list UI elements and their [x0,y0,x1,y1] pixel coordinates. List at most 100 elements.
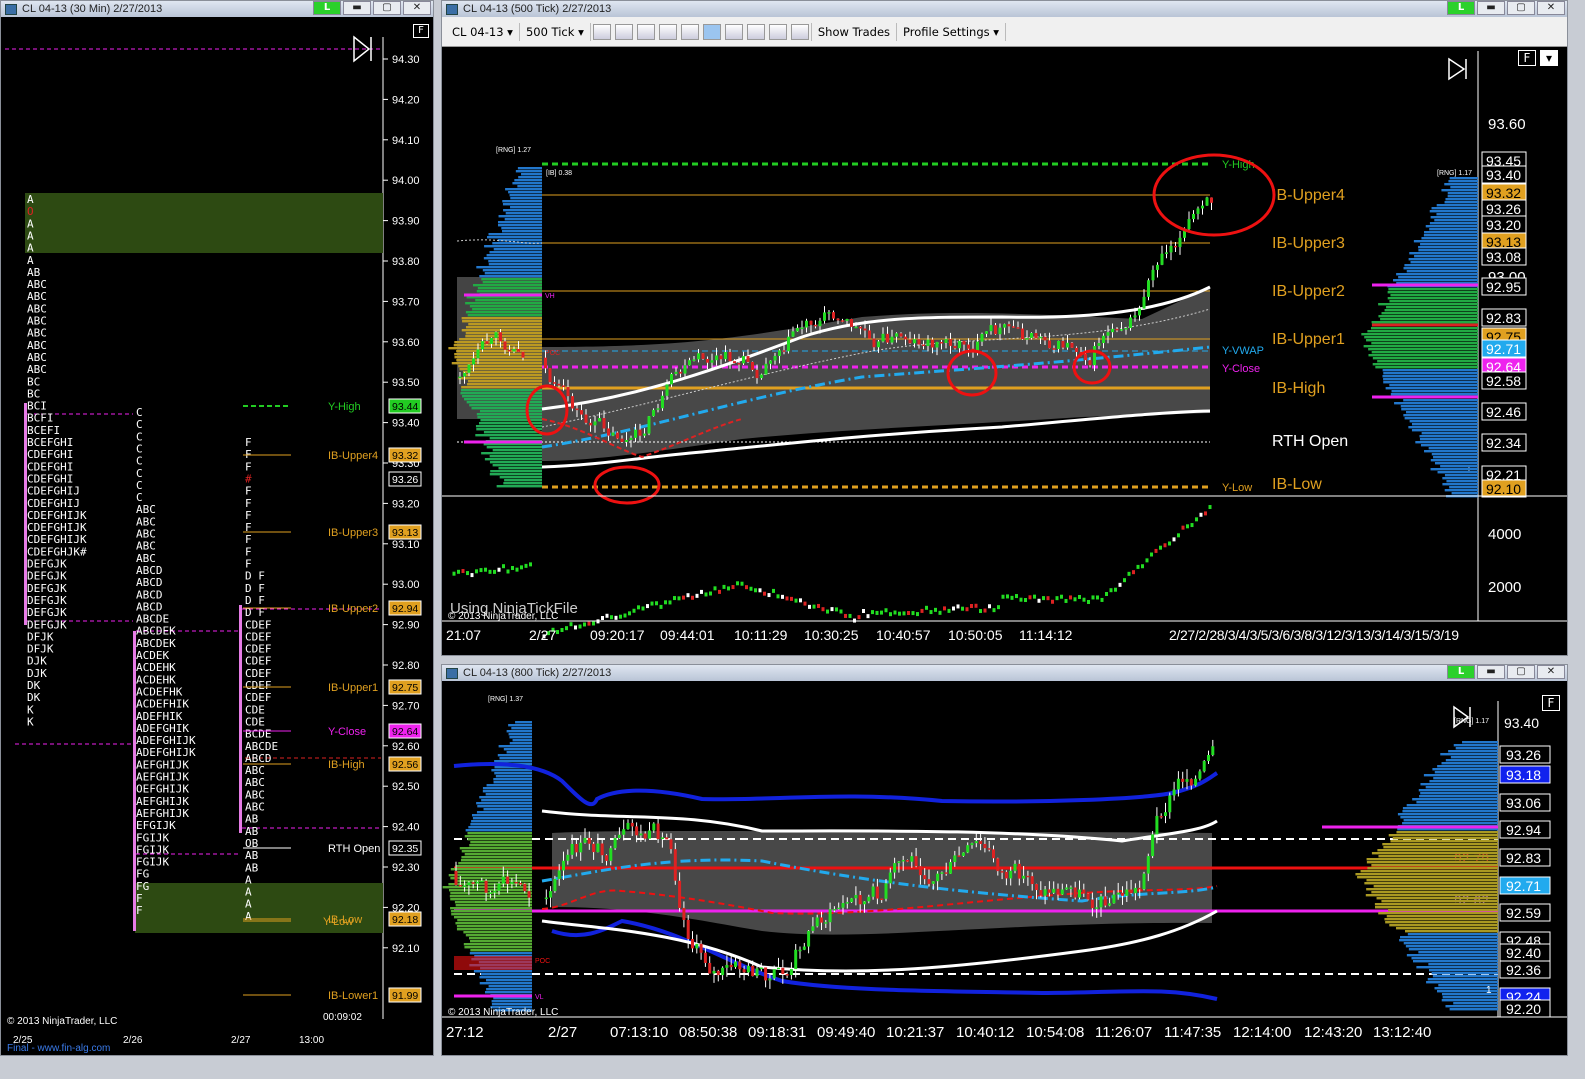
volume-profile-bar [1376,897,1498,900]
tpo-letter-col1: CDEFGHI [27,460,73,473]
strategies-icon[interactable] [746,23,765,40]
indicators-icon[interactable] [724,23,743,40]
volume-profile-bar [1396,831,1498,834]
volume-bar [574,625,577,630]
tick-chart-800[interactable]: 93.40 93.26 93.18 93.06 92.94 92.83 92.71 92.59… [442,681,1567,1055]
maximize-button[interactable]: ▢ [1507,665,1535,679]
volume-profile-bar [1429,780,1498,783]
link-button[interactable]: L [1447,1,1475,15]
properties-icon[interactable] [768,23,787,40]
tpo-letter-col1: DFJK [27,630,54,643]
candle-body [1129,317,1132,329]
candle-body [1205,197,1209,206]
minimize-button[interactable]: ▬ [1477,1,1505,15]
price-badge-text: 93.13 [392,527,418,539]
volume-bar [929,610,933,615]
volume-profile-bar [477,805,532,808]
close-button[interactable]: ✕ [1537,1,1565,15]
close-button[interactable]: ✕ [1537,665,1565,679]
bar-type-icon[interactable] [592,23,611,40]
price-badge-text: 92.34 [1486,435,1521,451]
top-chart-window[interactable]: CL 04-13 (500 Tick) 2/27/2013 L ▬ ▢ ✕ CL… [441,0,1568,656]
volume-profile-bar [464,853,532,856]
magnify-icon[interactable] [680,23,699,40]
volume-bar [1069,595,1072,600]
left-chart-window[interactable]: CL 04-13 (30 Min) 2/27/2013 L ▬ ▢ ✕ F 94… [0,0,434,1056]
save-icon[interactable] [790,23,809,40]
candle-body [706,358,709,363]
volume-profile-bar [450,877,532,880]
volume-bar [1060,594,1063,599]
close-button[interactable]: ✕ [403,1,431,15]
maximize-button[interactable]: ▢ [373,1,401,15]
market-profile-chart[interactable]: 94.30 94.20 94.10 94.00 93.90 93.80 93.70 93.60… [1,17,433,1055]
volume-profile-bar [465,311,542,314]
volume-profile-bar [490,470,542,473]
price-tick-label: 92.10 [392,943,420,955]
candle-body [1207,754,1210,762]
volume-profile-bar [1365,894,1498,897]
candle-body [715,355,718,361]
candle-body [1147,280,1150,297]
volume-bar [1073,597,1077,602]
volume-bar [1114,587,1117,592]
volume-bar [1024,598,1027,603]
bottom-title-bar[interactable]: CL 04-13 (800 Tick) 2/27/2013 L ▬ ▢ ✕ [442,665,1567,681]
crosshair-icon[interactable] [658,23,677,40]
candle-body [557,383,561,386]
candle-body [1052,348,1056,350]
minimize-button[interactable]: ▬ [343,1,371,15]
volume-profile-bar [467,314,542,317]
price-tick-label: 93.00 [392,579,420,591]
candle-body [494,332,498,339]
interval-dropdown[interactable]: 500 Tick ▾ [520,22,591,41]
link-button[interactable]: L [1447,665,1475,679]
link-button[interactable]: L [313,1,341,15]
tpo-letter-col3: CDEF [245,679,272,692]
candle-body [467,882,471,886]
show-trades-button[interactable]: Show Trades [810,22,898,41]
profile-settings-dropdown[interactable]: Profile Settings ▾ [897,22,1007,41]
volume-profile-bar [492,464,542,467]
tpo-letter-col2: C [136,418,143,431]
volume-profile-bar [1408,426,1478,429]
volume-profile-bar [464,374,542,377]
level-label: IB-Lower1 [328,990,378,1002]
volume-bar [983,608,987,613]
volume-bar [475,569,478,574]
tpo-letter-col1: BCEFI [27,424,60,437]
candle-body [484,880,488,893]
highlight-circle [593,465,661,505]
candle-body [1168,795,1172,813]
volume-bar [803,601,807,606]
volume-bar [592,621,595,626]
volume-profile-bar [498,467,542,470]
upper-outer-band [453,761,1219,807]
top-title-bar[interactable]: CL 04-13 (500 Tick) 2/27/2013 L ▬ ▢ ✕ [442,1,1567,17]
volume-profile-bar [1442,996,1498,999]
candle-body [463,885,467,887]
tpo-letter-col1: BCFI [27,412,54,425]
instrument-dropdown[interactable]: CL 04-13 ▾ [446,22,520,41]
volume-bar [848,613,852,618]
data-box-icon[interactable] [702,23,721,40]
volume-profile-bar [1355,873,1498,876]
tick-chart-500[interactable]: 93.6093.4593.4093.3293.2693.2093.1393.08… [442,47,1567,655]
volume-profile-bar [1409,420,1478,423]
volume-profile-bar [517,185,542,188]
zoom-icon[interactable] [636,23,655,40]
volume-profile-bar [1419,795,1498,798]
left-title-bar[interactable]: CL 04-13 (30 Min) 2/27/2013 L ▬ ▢ ✕ [1,1,433,17]
drawing-tool-icon[interactable] [614,23,633,40]
candle-body [497,883,501,891]
volume-profile-bar [1403,267,1478,270]
candle-body [688,360,691,366]
volume-bar [776,594,780,599]
candle-body [549,891,553,898]
maximize-button[interactable]: ▢ [1507,1,1535,15]
volume-profile-bar [1434,462,1478,465]
minimize-button[interactable]: ▬ [1477,665,1505,679]
bottom-chart-window[interactable]: CL 04-13 (800 Tick) 2/27/2013 L ▬ ▢ ✕ F … [441,664,1568,1056]
volume-bar [862,609,865,614]
volume-profile-bar [1449,177,1478,180]
